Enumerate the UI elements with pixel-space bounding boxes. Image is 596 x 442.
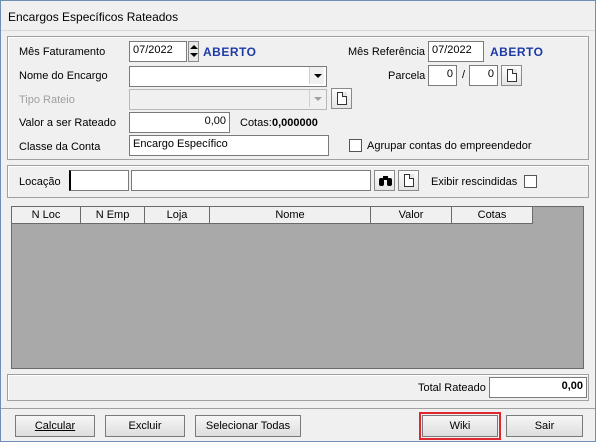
selecionar-todas-button-label: Selecionar Todas xyxy=(205,420,291,432)
total-rateado-label: Total Rateado xyxy=(418,382,486,394)
cotas-label: Cotas: xyxy=(240,117,272,129)
encargos-window: Encargos Específicos Rateados Mês Fatura… xyxy=(0,0,596,442)
calcular-button[interactable]: Calcular xyxy=(15,415,95,437)
grid-header-cotas[interactable]: Cotas xyxy=(452,207,533,224)
grid-header-loja[interactable]: Loja xyxy=(145,207,210,224)
mes-referencia-field[interactable]: 07/2022 xyxy=(428,41,484,62)
document-icon xyxy=(404,174,414,187)
totals-panel: Total Rateado 0,00 xyxy=(7,374,589,401)
classe-conta-field[interactable]: Encargo Específico xyxy=(129,135,329,156)
document-icon xyxy=(337,92,347,105)
button-bar-divider xyxy=(1,408,595,409)
exibir-rescindidas-label: Exibir rescindidas xyxy=(431,176,518,188)
parcela-label: Parcela xyxy=(388,70,426,82)
valor-rateado-field[interactable]: 0,00 xyxy=(129,112,230,133)
agrupar-checkbox[interactable] xyxy=(349,139,362,152)
classe-conta-label: Classe da Conta xyxy=(19,141,101,153)
agrupar-label: Agrupar contas do empreendedor xyxy=(367,140,532,152)
exibir-rescindidas-checkbox[interactable] xyxy=(524,175,537,188)
cotas-value: 0,000000 xyxy=(272,117,318,129)
locacao-label: Locação xyxy=(19,176,61,188)
sair-button[interactable]: Sair xyxy=(506,415,583,437)
spin-down-icon[interactable] xyxy=(190,53,198,57)
parcela-new-button[interactable] xyxy=(501,65,522,86)
chevron-down-icon[interactable] xyxy=(309,90,324,107)
document-icon xyxy=(507,69,517,82)
grid-header-nloc[interactable]: N Loc xyxy=(12,207,81,224)
window-title: Encargos Específicos Rateados xyxy=(8,10,179,24)
sair-button-label: Sair xyxy=(534,420,555,432)
nome-encargo-select[interactable] xyxy=(129,66,327,87)
binoculars-icon xyxy=(379,176,392,186)
excluir-button[interactable]: Excluir xyxy=(105,415,185,437)
mes-faturamento-status: ABERTO xyxy=(203,45,257,59)
mes-faturamento-field[interactable]: 07/2022 xyxy=(129,41,187,62)
spin-up-icon[interactable] xyxy=(190,45,198,49)
mes-referencia-status: ABERTO xyxy=(490,45,544,59)
title-bar: Encargos Específicos Rateados xyxy=(1,1,595,31)
mes-referencia-label: Mês Referência xyxy=(348,46,426,58)
nome-encargo-label: Nome do Encargo xyxy=(19,70,108,82)
parcela-separator: / xyxy=(462,69,466,81)
grid-header-nemp[interactable]: N Emp xyxy=(81,207,145,224)
excluir-button-label: Excluir xyxy=(128,420,162,432)
parcela-atual-field[interactable]: 0 xyxy=(428,65,457,86)
locacao-name-field[interactable] xyxy=(131,170,371,191)
selecionar-todas-button[interactable]: Selecionar Todas xyxy=(195,415,301,437)
wiki-button[interactable]: Wiki xyxy=(419,412,501,440)
wiki-button-label: Wiki xyxy=(449,420,471,432)
chevron-down-icon[interactable] xyxy=(309,67,324,84)
tipo-rateio-new-button[interactable] xyxy=(331,88,352,109)
locacao-new-button[interactable] xyxy=(398,170,419,191)
locacao-search-button[interactable] xyxy=(374,170,395,191)
grid-header-nome[interactable]: Nome xyxy=(210,207,371,224)
locacao-panel: Locação Exibir rescindidas xyxy=(7,165,589,198)
mes-faturamento-spin[interactable] xyxy=(188,41,199,62)
parcela-total-field[interactable]: 0 xyxy=(469,65,498,86)
valor-rateado-label: Valor a ser Rateado xyxy=(19,117,117,129)
calcular-button-label: Calcular xyxy=(34,420,76,432)
form-panel: Mês Faturamento 07/2022 ABERTO Mês Refer… xyxy=(7,36,589,160)
grid-header-valor[interactable]: Valor xyxy=(371,207,452,224)
total-rateado-field: 0,00 xyxy=(489,377,587,398)
tipo-rateio-label: Tipo Rateio xyxy=(19,94,75,106)
tipo-rateio-select[interactable] xyxy=(129,89,327,110)
locacao-code-field[interactable] xyxy=(69,170,129,191)
mes-faturamento-label: Mês Faturamento xyxy=(19,46,106,58)
rateio-grid[interactable]: N Loc N Emp Loja Nome Valor Cotas xyxy=(11,206,584,369)
